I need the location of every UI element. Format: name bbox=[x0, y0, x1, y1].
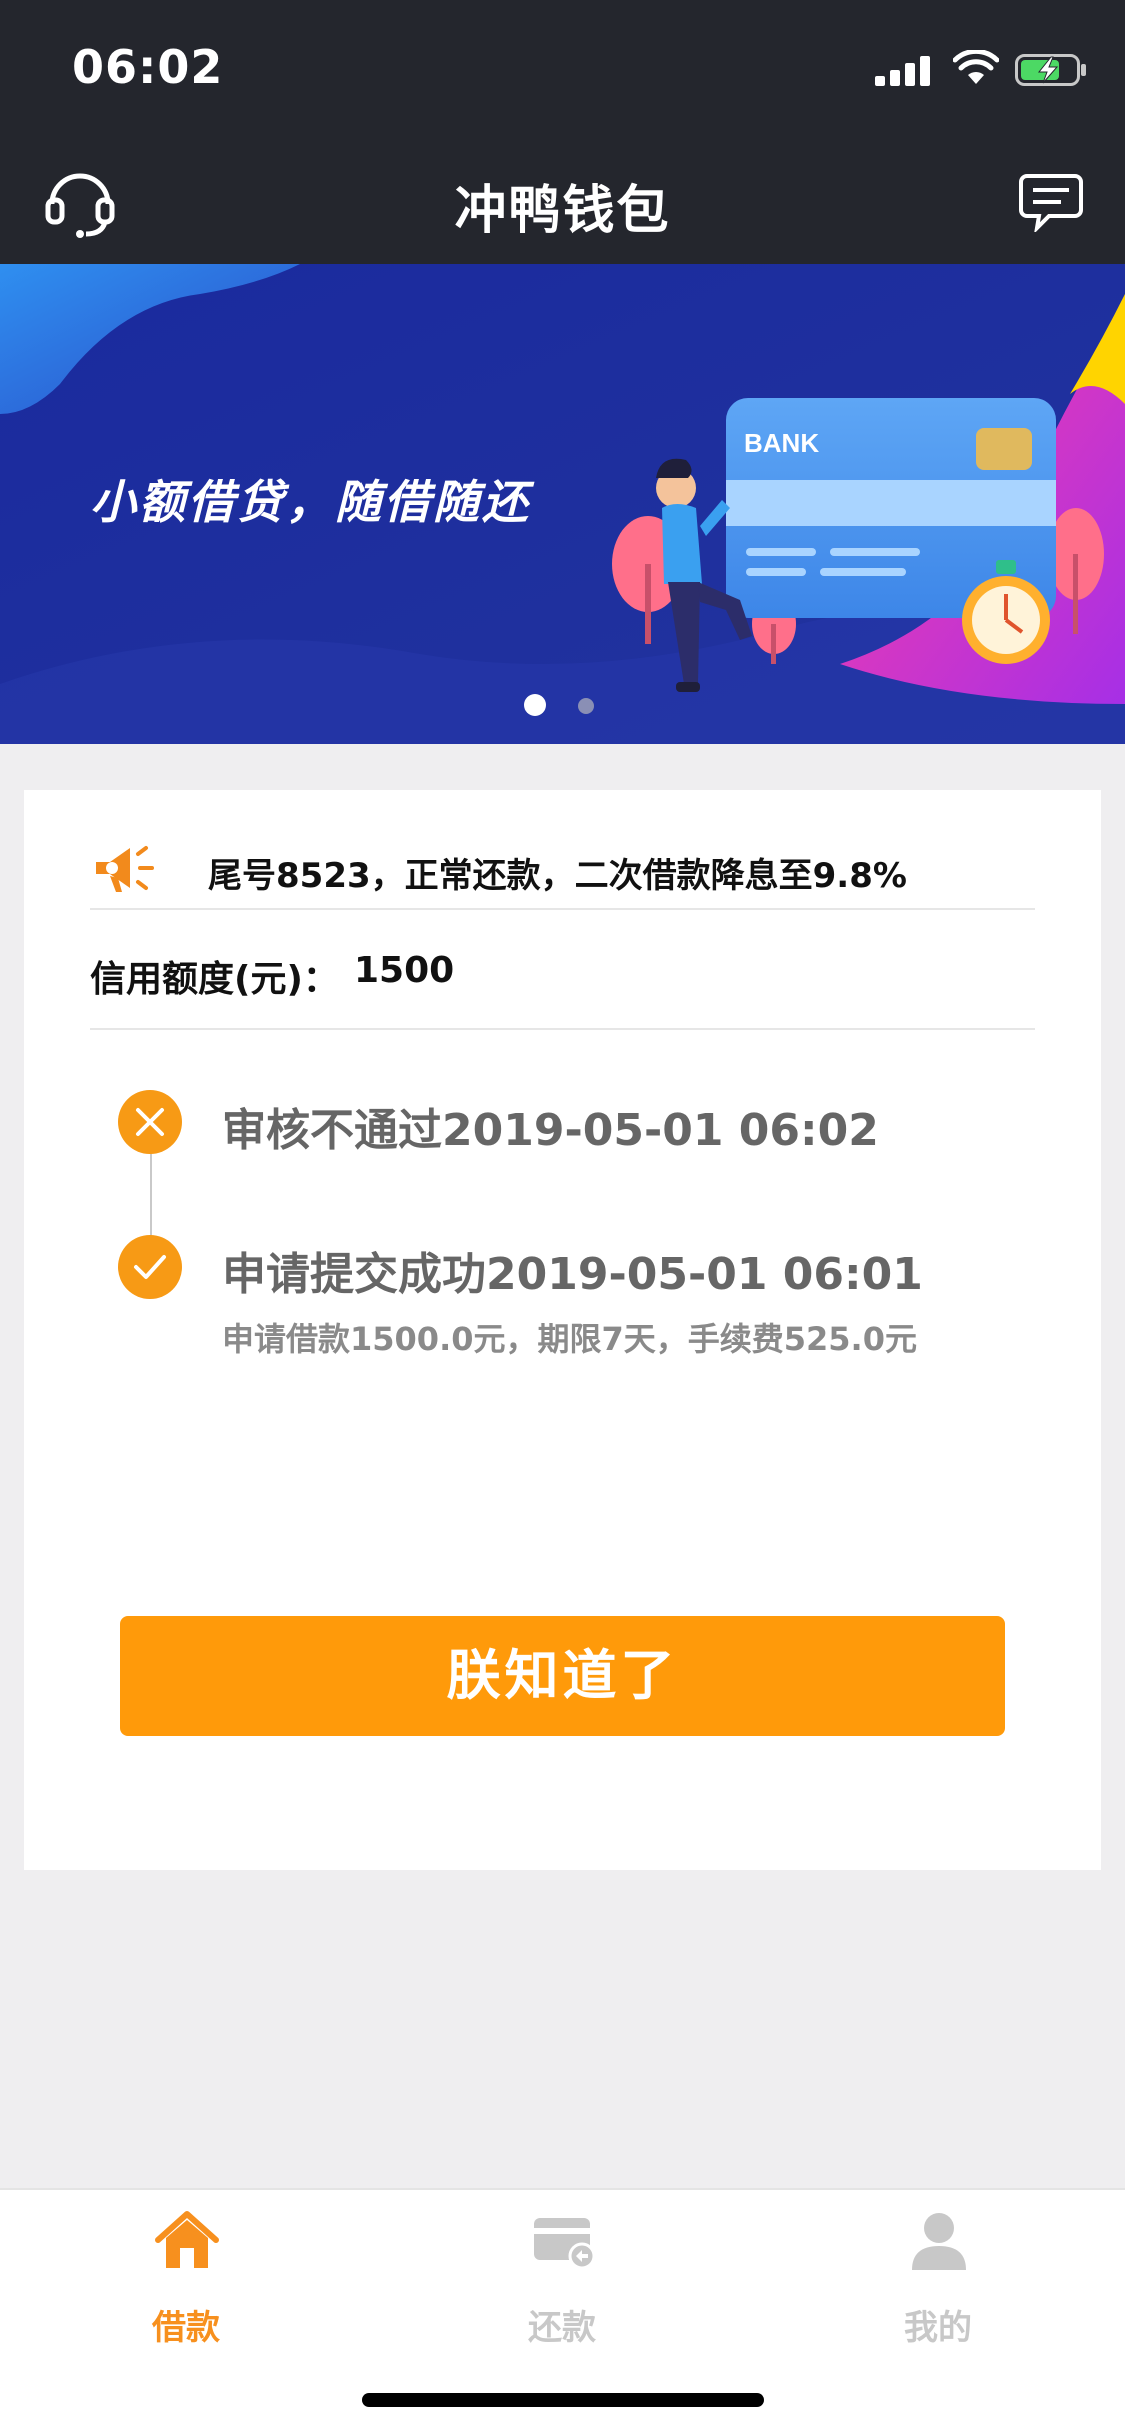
rejected-icon bbox=[118, 1090, 182, 1154]
credit-limit-row: 信用额度(元)： 1500 bbox=[90, 910, 1035, 1030]
checkmark-icon bbox=[118, 1235, 182, 1299]
promo-banner[interactable]: 小额借贷，随借随还 BANK bbox=[0, 264, 1125, 744]
loan-status-card: 尾号8523，正常还款，二次借款降息至9.8% 信用额度(元)： 1500 审核… bbox=[24, 790, 1101, 1870]
bank-card-label: BANK bbox=[744, 428, 820, 458]
tab-label: 我的 bbox=[904, 2308, 972, 2348]
timeline-item-title: 申请提交成功2019-05-01 06:01 bbox=[222, 1249, 923, 1300]
tab-label: 还款 bbox=[528, 2308, 596, 2348]
credit-limit-label: 信用额度(元)： bbox=[90, 959, 339, 1000]
home-indicator bbox=[362, 2393, 764, 2407]
application-timeline: 审核不通过2019-05-01 06:02 申请提交成功2019-05-01 0… bbox=[118, 1090, 1058, 1410]
wifi-icon bbox=[953, 50, 999, 84]
notice-text: 尾号8523，正常还款，二次借款降息至9.8% bbox=[208, 856, 907, 896]
timeline-connector bbox=[150, 1140, 152, 1250]
carousel-indicator[interactable] bbox=[524, 694, 594, 716]
nav-bar: 冲鸭钱包 bbox=[0, 132, 1125, 264]
timeline-item-title: 审核不通过2019-05-01 06:02 bbox=[222, 1105, 879, 1156]
carousel-dot-active[interactable] bbox=[524, 694, 546, 716]
carousel-dot[interactable] bbox=[578, 698, 594, 714]
notice-bar[interactable]: 尾号8523，正常还款，二次借款降息至9.8% bbox=[90, 830, 1035, 910]
banner-slogan: 小额借贷，随借随还 bbox=[90, 475, 531, 529]
status-icons bbox=[875, 50, 1086, 90]
battery-charging-icon bbox=[1015, 54, 1086, 86]
tab-borrow[interactable]: 借款 bbox=[86, 2210, 286, 2350]
person-icon bbox=[912, 2213, 966, 2270]
page-title: 冲鸭钱包 bbox=[454, 181, 671, 241]
tab-mine[interactable]: 我的 bbox=[838, 2210, 1038, 2350]
confirm-button[interactable]: 朕知道了 bbox=[120, 1616, 1005, 1736]
status-bar: 06:02 bbox=[0, 0, 1125, 132]
card-icon bbox=[534, 2218, 596, 2270]
tab-repay[interactable]: 还款 bbox=[462, 2210, 662, 2350]
chat-icon[interactable] bbox=[1019, 172, 1083, 232]
status-time: 06:02 bbox=[72, 40, 224, 94]
home-icon bbox=[155, 2211, 219, 2268]
credit-limit-value: 1500 bbox=[354, 950, 455, 991]
timeline-item-subtitle: 申请借款1500.0元，期限7天，手续费525.0元 bbox=[222, 1320, 917, 1358]
tab-label: 借款 bbox=[152, 2308, 220, 2348]
signal-icon bbox=[875, 56, 931, 86]
megaphone-icon bbox=[96, 846, 154, 892]
